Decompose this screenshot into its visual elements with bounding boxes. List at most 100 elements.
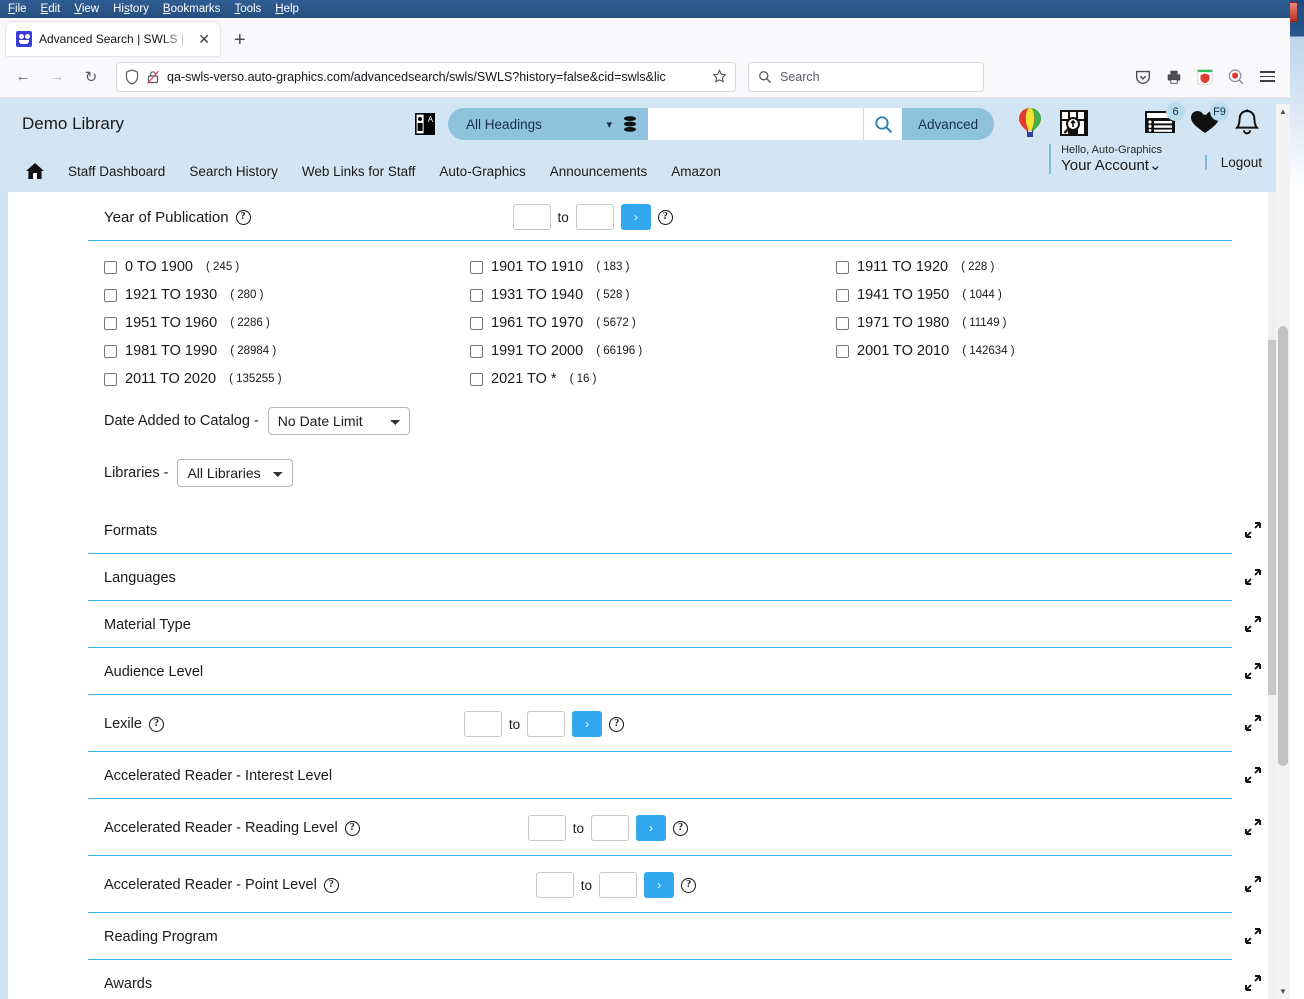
menu-help[interactable]: Help <box>275 0 299 18</box>
checkbox[interactable] <box>470 372 483 386</box>
year-option[interactable]: 1921 TO 1930 ( 280 ) <box>104 287 470 303</box>
checkbox[interactable] <box>104 372 117 386</box>
favorites-icon[interactable]: F9 <box>1190 102 1229 135</box>
home-icon[interactable] <box>22 162 48 180</box>
catalog-search-button[interactable] <box>864 108 903 140</box>
expand-icon[interactable] <box>1244 974 1262 992</box>
logout-button[interactable]: Logout <box>1204 155 1262 170</box>
menu-view[interactable]: View <box>74 0 99 18</box>
expand-icon[interactable] <box>1244 521 1262 539</box>
year-option[interactable]: 1951 TO 1960 ( 2286 ) <box>104 315 470 331</box>
ar-point-to-input[interactable] <box>599 872 638 898</box>
ar-reading-to-input[interactable] <box>591 815 630 841</box>
forward-button[interactable]: → <box>42 62 72 92</box>
checkbox[interactable] <box>470 344 483 358</box>
menu-edit[interactable]: Edit <box>41 0 61 18</box>
lexile-range-from-input[interactable] <box>463 711 502 737</box>
ar-point-help-icon[interactable]: ? <box>681 877 697 893</box>
section-ar-point-level[interactable]: Accelerated Reader - Point Level? to › ? <box>88 856 1261 913</box>
alphabet-browse-icon[interactable]: A <box>414 112 436 136</box>
nav-amazon[interactable]: Amazon <box>659 164 733 179</box>
menu-bookmarks[interactable]: Bookmarks <box>163 0 221 18</box>
new-tab-button[interactable]: + <box>234 30 246 50</box>
year-option[interactable]: 1901 TO 1910 ( 183 ) <box>470 259 836 275</box>
ar-reading-from-input[interactable] <box>527 815 566 841</box>
year-option[interactable]: 1931 TO 1940 ( 528 ) <box>470 287 836 303</box>
expand-icon[interactable] <box>1244 766 1262 784</box>
checkbox[interactable] <box>470 316 483 330</box>
checkbox[interactable] <box>836 260 849 274</box>
print-icon[interactable] <box>1163 66 1185 88</box>
year-option[interactable]: 1941 TO 1950 ( 1044 ) <box>836 287 1248 303</box>
year-option[interactable]: 1981 TO 1990 ( 28984 ) <box>104 343 470 359</box>
database-icon[interactable] <box>622 115 638 133</box>
ar-reading-help-icon[interactable]: ? <box>673 820 689 836</box>
year-option[interactable]: 2021 TO * ( 16 ) <box>470 371 836 387</box>
adblock-extension-icon[interactable] <box>1194 66 1216 88</box>
save-to-pocket-icon[interactable] <box>1132 66 1154 88</box>
section-material-type[interactable]: Material Type <box>88 601 1261 648</box>
bookmark-star-icon[interactable] <box>712 69 727 84</box>
section-formats[interactable]: Formats <box>88 507 1261 554</box>
year-option[interactable]: 2001 TO 2010 ( 142634 ) <box>836 343 1248 359</box>
checkbox[interactable] <box>104 316 117 330</box>
browser-tab[interactable]: Advanced Search | SWLS | SWLS ✕ <box>6 22 220 56</box>
year-range-from-input[interactable] <box>512 204 551 230</box>
expand-icon[interactable] <box>1244 875 1262 893</box>
year-option[interactable]: 1911 TO 1920 ( 228 ) <box>836 259 1248 275</box>
page-scroll-up-arrow-icon[interactable]: ▲ <box>1276 104 1290 119</box>
expand-icon[interactable] <box>1244 568 1262 586</box>
expand-icon[interactable] <box>1244 662 1262 680</box>
year-range-help-icon[interactable]: ? <box>657 209 673 225</box>
back-button[interactable]: ← <box>8 62 38 92</box>
section-lexile[interactable]: Lexile? to › ? <box>88 695 1261 752</box>
menu-tools[interactable]: Tools <box>234 0 261 18</box>
nav-web-links-for-staff[interactable]: Web Links for Staff <box>290 164 428 179</box>
checkbox[interactable] <box>470 260 483 274</box>
hot-air-balloon-icon[interactable] <box>1016 107 1044 141</box>
year-option[interactable]: 0 TO 1900 ( 245 ) <box>104 259 470 275</box>
help-icon[interactable]: ? <box>323 877 339 893</box>
year-range-submit-button[interactable]: › <box>620 204 651 230</box>
expand-icon[interactable] <box>1244 818 1262 836</box>
account-menu[interactable]: Hello, Auto-Graphics Your Account⌄ <box>1049 144 1162 174</box>
expand-icon[interactable] <box>1244 714 1262 732</box>
year-option[interactable]: 1961 TO 1970 ( 5672 ) <box>470 315 836 331</box>
checkbox[interactable] <box>104 288 117 302</box>
virtual-shelf-icon[interactable] <box>1058 107 1090 139</box>
libraries-select[interactable]: All Libraries <box>177 459 294 487</box>
browser-page-scrollbar[interactable]: ▲ ▼ <box>1276 104 1290 999</box>
checkbox[interactable] <box>836 316 849 330</box>
menu-history[interactable]: History <box>113 0 149 18</box>
insecure-lock-icon[interactable] <box>146 69 160 85</box>
ar-reading-submit-button[interactable]: › <box>636 815 667 841</box>
expand-icon[interactable] <box>1244 615 1262 633</box>
checkbox[interactable] <box>104 344 117 358</box>
section-awards[interactable]: Awards <box>88 960 1261 999</box>
reload-button[interactable]: ↻ <box>76 62 106 92</box>
catalog-search-input[interactable] <box>648 108 865 140</box>
help-icon[interactable]: ? <box>148 716 164 732</box>
section-reading-program[interactable]: Reading Program <box>88 913 1261 960</box>
checkbox[interactable] <box>836 288 849 302</box>
checkbox[interactable] <box>470 288 483 302</box>
ar-point-from-input[interactable] <box>535 872 574 898</box>
browser-search-box[interactable]: Search <box>748 61 984 92</box>
nav-search-history[interactable]: Search History <box>177 164 290 179</box>
year-range-to-input[interactable] <box>575 204 614 230</box>
nav-auto-graphics[interactable]: Auto-Graphics <box>427 164 537 179</box>
date-added-select[interactable]: No Date Limit <box>267 407 410 435</box>
checkbox[interactable] <box>104 260 117 274</box>
nav-announcements[interactable]: Announcements <box>538 164 660 179</box>
search-scope-select[interactable]: All Headings ▾ <box>448 108 649 140</box>
close-icon[interactable]: ✕ <box>196 30 212 48</box>
year-option[interactable]: 2011 TO 2020 ( 135255 ) <box>104 371 470 387</box>
page-scrollbar-thumb[interactable] <box>1278 326 1288 766</box>
section-languages[interactable]: Languages <box>88 554 1261 601</box>
year-option[interactable]: 1991 TO 2000 ( 66196 ) <box>470 343 836 359</box>
my-list-icon[interactable]: 6 <box>1144 102 1185 135</box>
menu-file[interactable]: File <box>8 0 27 18</box>
nav-staff-dashboard[interactable]: Staff Dashboard <box>56 164 177 179</box>
expand-icon[interactable] <box>1244 927 1262 945</box>
lexile-range-help-icon[interactable]: ? <box>609 716 625 732</box>
